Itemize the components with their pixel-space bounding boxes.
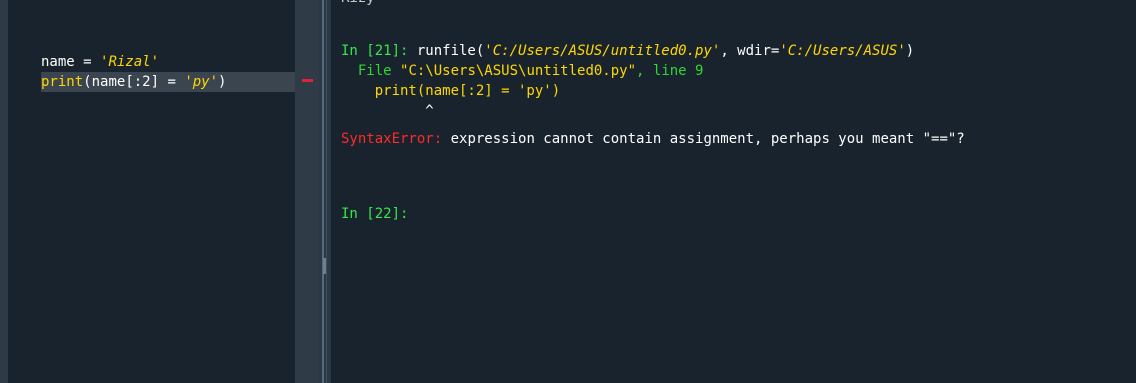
warning-column: [295, 0, 319, 383]
editor-line-2-highlighted[interactable]: print(name[:2] = 'py'): [41, 72, 303, 92]
runfile-call: runfile(: [416, 43, 485, 59]
runfile-close: ): [905, 43, 915, 59]
assign-op: =: [74, 54, 101, 70]
traceback-code-line: print(name[:2] = 'py'): [341, 83, 561, 99]
string-literal: 'py': [184, 74, 219, 90]
console-top-cut-line: Rizy: [341, 0, 375, 8]
error-marker-icon[interactable]: [302, 79, 313, 82]
print-keyword: print: [41, 74, 84, 90]
error-message: expression cannot contain assignment, pe…: [442, 131, 965, 147]
left-gutter: [0, 0, 8, 383]
error-type: SyntaxError:: [341, 131, 443, 147]
assign-op: =: [159, 74, 185, 90]
traceback-caret: ^: [341, 103, 434, 119]
close-paren: ): [218, 74, 227, 90]
ipython-console[interactable]: Rizy In [21]: runfile('C:/Users/ASUS/unt…: [331, 0, 1136, 383]
traceback-file-label: File: [341, 63, 401, 79]
splitter-line-secondary: [326, 0, 327, 383]
input-prompt-next[interactable]: In [22]:: [341, 204, 408, 224]
splitter-line: [322, 0, 324, 383]
console-runfile-line: In [21]: runfile('C:/Users/ASUS/untitled…: [341, 41, 914, 61]
runfile-sep: , wdir=: [720, 43, 780, 59]
traceback-line-number: , line 9: [636, 63, 704, 79]
error-line: SyntaxError: expression cannot contain a…: [341, 129, 965, 149]
slice: [:2]: [125, 74, 160, 90]
runfile-path: 'C:/Users/ASUS/untitled0.py': [484, 43, 721, 59]
string-literal: 'Rizal': [100, 54, 160, 70]
traceback-file-path: "C:\Users\ASUS\untitled0.py": [400, 63, 637, 79]
runfile-wdir: 'C:/Users/ASUS': [779, 43, 906, 59]
traceback-file-line: File "C:\Users\ASUS\untitled0.py", line …: [341, 61, 704, 81]
input-prompt: In [21]:: [341, 43, 417, 59]
open-paren: (: [83, 74, 92, 90]
var-name: name: [91, 74, 126, 90]
var-name: name: [41, 54, 75, 70]
editor-line-1[interactable]: name = 'Rizal': [41, 52, 159, 72]
code-editor[interactable]: name = 'Rizal' print(name[:2] = 'py'): [8, 0, 303, 383]
pane-splitter[interactable]: [319, 0, 331, 383]
splitter-handle[interactable]: [323, 258, 326, 274]
